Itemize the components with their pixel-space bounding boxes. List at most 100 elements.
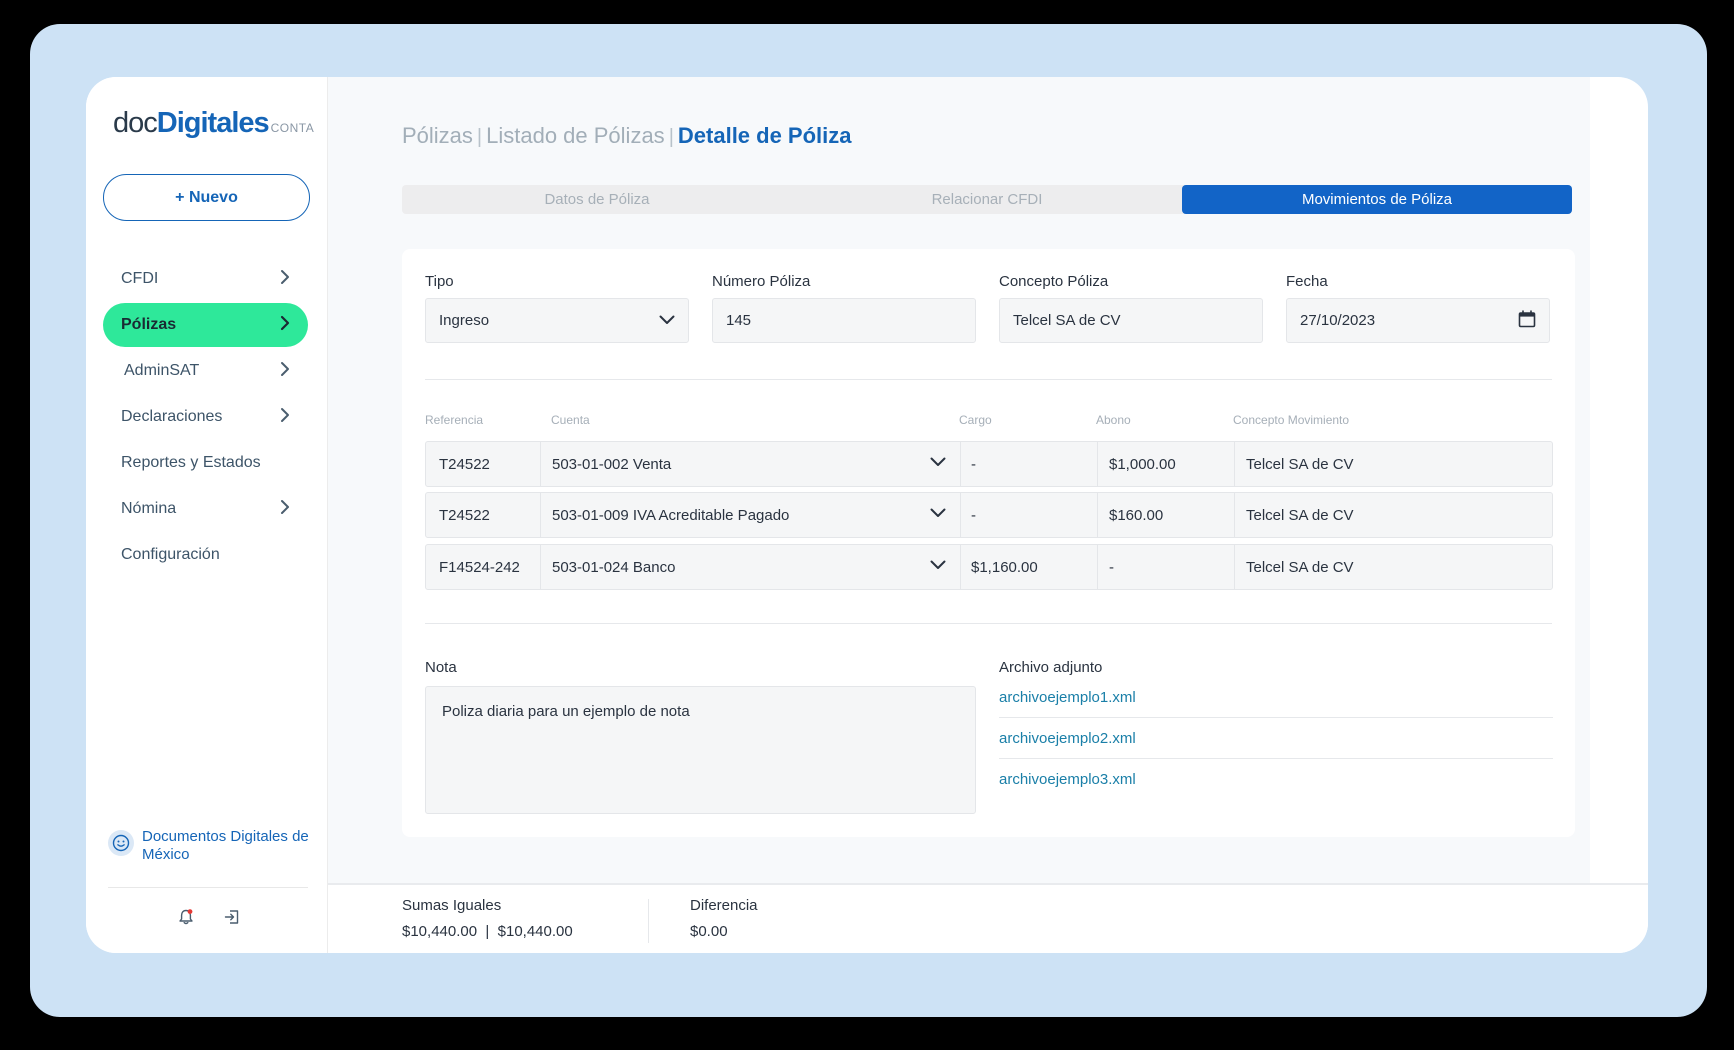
cell-referencia: T24522 bbox=[426, 493, 541, 537]
sidebar-item-label: Reportes y Estados bbox=[121, 454, 261, 471]
diferencia-label: Diferencia bbox=[690, 897, 758, 914]
numero-poliza-value: 145 bbox=[726, 312, 752, 329]
cuenta-select[interactable]: 503-01-009 IVA Acreditable Pagado bbox=[541, 493, 961, 537]
main-content: Pólizas | Listado de Pólizas | Detalle de Pó… bbox=[328, 77, 1590, 883]
chevron-right-icon bbox=[280, 269, 290, 289]
cell-concepto[interactable]: Telcel SA de CV bbox=[1235, 493, 1552, 537]
logo-part-conta: CONTA bbox=[270, 121, 315, 135]
tipo-value: Ingreso bbox=[439, 312, 490, 329]
divider bbox=[648, 899, 649, 943]
cell-abono[interactable]: - bbox=[1098, 545, 1235, 589]
logo: docDigitales CONTA bbox=[113, 107, 314, 140]
breadcrumb: Pólizas | Listado de Pólizas | Detalle de Pó… bbox=[402, 123, 852, 149]
nota-label: Nota bbox=[425, 659, 457, 676]
numero-poliza-label: Número Póliza bbox=[712, 273, 811, 290]
tab-bar: Datos de Póliza Relacionar CFDI Movimien… bbox=[402, 185, 1572, 214]
breadcrumb-separator: | bbox=[668, 126, 674, 148]
nota-textarea[interactable]: Poliza diaria para un ejemplo de nota bbox=[425, 686, 976, 814]
table-row[interactable]: T24522 503-01-009 IVA Acreditable Pagado… bbox=[425, 492, 1553, 538]
chevron-down-icon bbox=[930, 557, 946, 574]
cell-cargo[interactable]: $1,160.00 bbox=[961, 545, 1098, 589]
concepto-poliza-label: Concepto Póliza bbox=[999, 273, 1109, 290]
sidebar: docDigitales CONTA + Nuevo CFDI Pólizas A… bbox=[86, 77, 328, 953]
sidebar-item-label: Pólizas bbox=[121, 316, 177, 333]
attachment-link[interactable]: archivoejemplo3.xml bbox=[999, 759, 1553, 800]
company-name: Documentos Digitales de México bbox=[142, 828, 309, 863]
cell-cuenta: 503-01-009 IVA Acreditable Pagado bbox=[552, 506, 790, 524]
app-window: docDigitales CONTA + Nuevo CFDI Pólizas A… bbox=[86, 77, 1648, 953]
column-header-cuenta: Cuenta bbox=[551, 413, 590, 427]
sidebar-item-label: Declaraciones bbox=[121, 408, 223, 425]
chevron-right-icon bbox=[280, 499, 290, 519]
sidebar-nav: CFDI Pólizas AdminSAT Declaraciones Repo… bbox=[103, 257, 308, 579]
column-header-concepto-movimiento: Concepto Movimiento bbox=[1233, 413, 1350, 427]
sidebar-item-nomina[interactable]: Nómina bbox=[103, 487, 308, 531]
company-link[interactable]: Documentos Digitales de México bbox=[108, 828, 312, 864]
diferencia-value: $0.00 bbox=[690, 923, 728, 940]
cell-cuenta: 503-01-002 Venta bbox=[552, 455, 672, 473]
sidebar-item-reportes[interactable]: Reportes y Estados bbox=[103, 441, 308, 485]
cell-referencia: F14524-242 bbox=[426, 545, 541, 589]
cell-cargo[interactable]: - bbox=[961, 493, 1098, 537]
poliza-card: Tipo Ingreso Número Póliza 145 Concepto … bbox=[402, 249, 1575, 837]
concepto-poliza-value: Telcel SA de CV bbox=[1013, 312, 1121, 329]
chevron-down-icon bbox=[930, 454, 946, 471]
new-button[interactable]: + Nuevo bbox=[103, 174, 310, 221]
logout-icon[interactable] bbox=[220, 905, 244, 929]
sidebar-item-adminsat[interactable]: AdminSAT bbox=[103, 349, 308, 393]
tab-datos-poliza[interactable]: Datos de Póliza bbox=[402, 185, 792, 214]
divider bbox=[425, 379, 1552, 380]
table-row[interactable]: T24522 503-01-002 Venta - $1,000.00 Telc… bbox=[425, 441, 1553, 487]
tab-movimientos-poliza[interactable]: Movimientos de Póliza bbox=[1182, 185, 1572, 214]
divider bbox=[108, 887, 308, 888]
chevron-down-icon bbox=[930, 505, 946, 522]
cell-concepto[interactable]: Telcel SA de CV bbox=[1235, 545, 1552, 589]
chevron-right-icon bbox=[280, 315, 290, 335]
column-header-abono: Abono bbox=[1096, 413, 1131, 427]
sidebar-item-declaraciones[interactable]: Declaraciones bbox=[103, 395, 308, 439]
tipo-select[interactable]: Ingreso bbox=[425, 298, 689, 343]
cell-cuenta: 503-01-024 Banco bbox=[552, 558, 676, 576]
fecha-value: 27/10/2023 bbox=[1300, 312, 1376, 329]
cell-abono[interactable]: $160.00 bbox=[1098, 493, 1235, 537]
attachment-link[interactable]: archivoejemplo2.xml bbox=[999, 718, 1553, 759]
calendar-icon[interactable] bbox=[1518, 309, 1536, 332]
sidebar-bottom-icons bbox=[174, 905, 244, 929]
breadcrumb-current: Detalle de Póliza bbox=[677, 123, 852, 148]
cell-cargo[interactable]: - bbox=[961, 442, 1098, 486]
sidebar-item-label: AdminSAT bbox=[124, 362, 200, 379]
bell-icon[interactable] bbox=[174, 905, 198, 929]
cell-abono[interactable]: $1,000.00 bbox=[1098, 442, 1235, 486]
breadcrumb-item-polizas[interactable]: Pólizas bbox=[402, 123, 473, 148]
logo-part-digitales: Digitales bbox=[156, 107, 270, 139]
sidebar-item-configuracion[interactable]: Configuración bbox=[103, 533, 308, 577]
numero-poliza-input[interactable]: 145 bbox=[712, 298, 976, 343]
archivo-adjunto-label: Archivo adjunto bbox=[999, 659, 1103, 676]
tipo-label: Tipo bbox=[425, 273, 454, 290]
chevron-down-icon bbox=[659, 312, 675, 329]
sidebar-item-label: Configuración bbox=[121, 546, 220, 563]
divider bbox=[425, 623, 1552, 624]
smiley-icon bbox=[108, 830, 134, 856]
fecha-input[interactable]: 27/10/2023 bbox=[1286, 298, 1550, 343]
chevron-right-icon bbox=[280, 361, 290, 381]
sumas-iguales-value: $10,440.00 | $10,440.00 bbox=[402, 923, 573, 940]
chevron-right-icon bbox=[280, 407, 290, 427]
attachment-link[interactable]: archivoejemplo1.xml bbox=[999, 677, 1553, 718]
breadcrumb-separator: | bbox=[476, 126, 483, 148]
tab-relacionar-cfdi[interactable]: Relacionar CFDI bbox=[792, 185, 1182, 214]
fecha-label: Fecha bbox=[1286, 273, 1328, 290]
sidebar-item-cfdi[interactable]: CFDI bbox=[103, 257, 308, 301]
sumas-iguales-label: Sumas Iguales bbox=[402, 897, 502, 914]
sidebar-item-label: Nómina bbox=[121, 500, 177, 517]
sidebar-item-polizas[interactable]: Pólizas bbox=[103, 303, 308, 347]
concepto-poliza-input[interactable]: Telcel SA de CV bbox=[999, 298, 1263, 343]
table-row[interactable]: F14524-242 503-01-024 Banco $1,160.00 - … bbox=[425, 544, 1553, 590]
cell-referencia: T24522 bbox=[426, 442, 541, 486]
column-header-cargo: Cargo bbox=[959, 413, 992, 427]
logo-part-doc: doc bbox=[113, 107, 158, 139]
cuenta-select[interactable]: 503-01-024 Banco bbox=[541, 545, 961, 589]
cell-concepto[interactable]: Telcel SA de CV bbox=[1235, 442, 1552, 486]
breadcrumb-item-listado[interactable]: Listado de Pólizas bbox=[486, 123, 665, 148]
cuenta-select[interactable]: 503-01-002 Venta bbox=[541, 442, 961, 486]
